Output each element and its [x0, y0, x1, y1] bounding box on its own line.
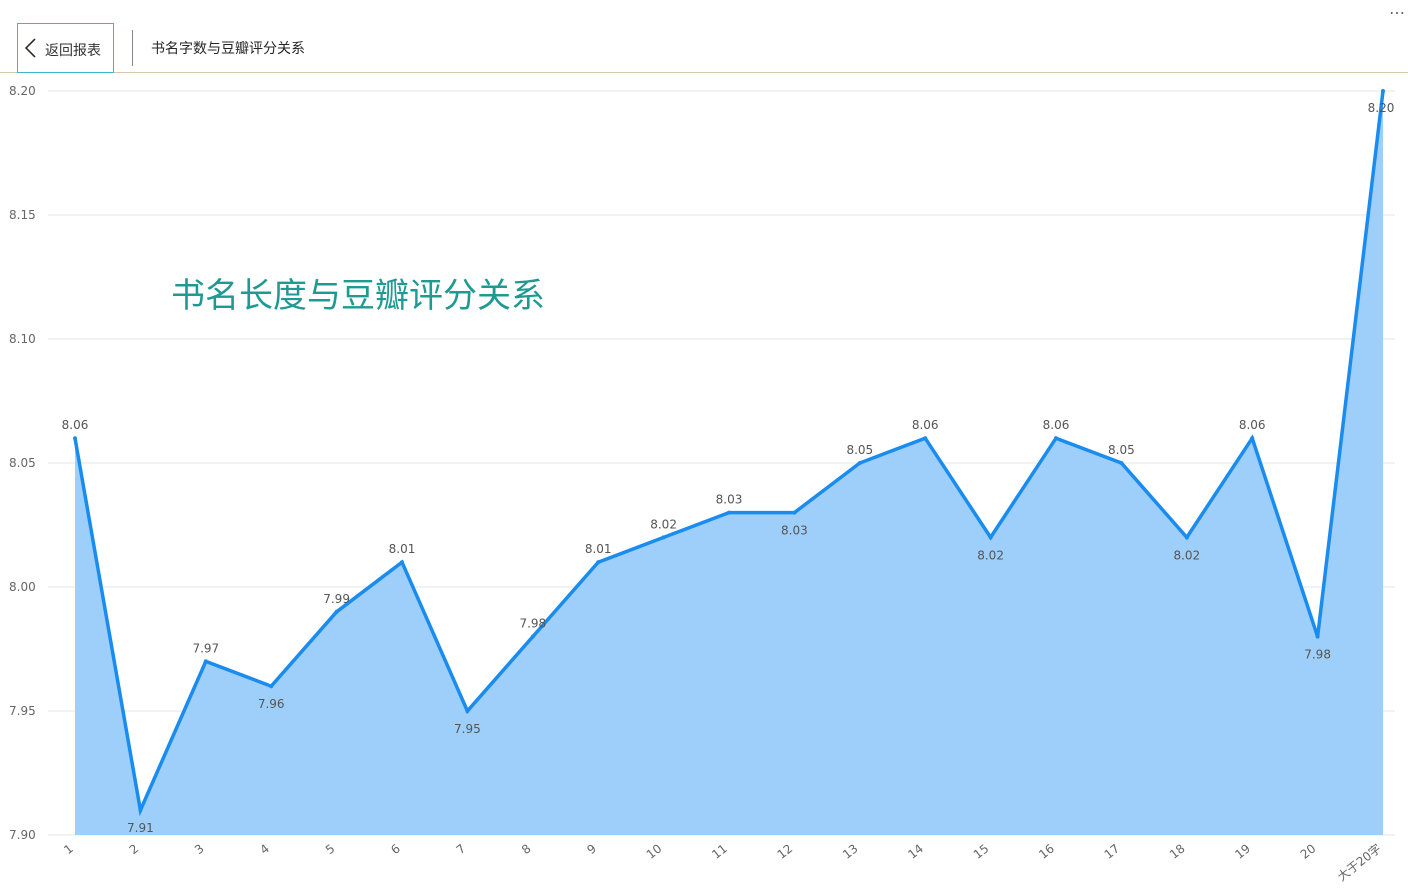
data-label: 8.06 — [912, 418, 939, 432]
x-tick-label: 2 — [127, 841, 142, 857]
data-point — [596, 560, 601, 565]
data-point — [73, 436, 77, 441]
data-point — [465, 709, 470, 713]
y-tick-label: 8.00 — [9, 580, 36, 594]
x-tick-label: 17 — [1102, 841, 1123, 861]
data-label: 8.20 — [1368, 101, 1395, 115]
x-tick-label: 20 — [1298, 841, 1319, 861]
y-tick-label: 8.15 — [9, 208, 36, 222]
data-label: 8.03 — [781, 524, 808, 538]
x-tick-label: 10 — [644, 841, 665, 861]
x-tick-label: 4 — [257, 841, 272, 857]
data-point — [857, 461, 862, 465]
x-tick-label: 11 — [709, 841, 730, 861]
x-tick-label: 8 — [519, 841, 534, 857]
x-tick-label: 12 — [775, 841, 796, 861]
data-point — [1250, 436, 1255, 441]
data-point — [1119, 461, 1124, 465]
x-tick-label: 1 — [61, 841, 76, 857]
data-point — [400, 560, 404, 565]
data-label: 8.02 — [650, 517, 677, 531]
x-tick-label: 5 — [323, 841, 338, 857]
data-label: 7.98 — [519, 617, 546, 631]
area-chart: 7.90 7.95 8.00 8.05 8.10 8.15 8.20 8.06 7.91 7.97… — [9, 84, 1395, 884]
data-label: 8.02 — [1173, 548, 1200, 562]
x-tick-label: 9 — [584, 841, 599, 857]
x-tick-label: 16 — [1036, 841, 1057, 861]
x-tick-label: 14 — [905, 841, 926, 861]
data-point — [530, 634, 535, 639]
data-label: 8.01 — [389, 542, 416, 556]
y-tick-label: 8.20 — [9, 84, 36, 98]
data-label: 7.97 — [192, 641, 219, 655]
data-label: 8.06 — [1239, 418, 1266, 432]
y-tick-label: 7.90 — [9, 828, 36, 842]
x-tick-label: 7 — [454, 841, 469, 857]
data-label: 7.96 — [258, 697, 285, 711]
data-point — [1054, 436, 1058, 441]
data-label: 8.03 — [716, 493, 743, 507]
data-label: 8.06 — [62, 418, 89, 432]
x-tick-label: 3 — [192, 841, 207, 857]
x-tick-label: 6 — [388, 841, 403, 857]
data-point — [727, 510, 731, 515]
x-tick-label: 19 — [1232, 841, 1253, 861]
data-label: 8.01 — [585, 542, 612, 556]
data-point — [269, 684, 274, 689]
data-point — [923, 436, 928, 441]
y-tick-label: 8.10 — [9, 332, 36, 346]
x-tick-label: 大于20字 — [1334, 841, 1384, 884]
data-point — [1184, 535, 1189, 540]
data-label: 8.05 — [846, 443, 873, 457]
data-point — [1315, 634, 1320, 639]
data-label: 7.91 — [127, 821, 154, 835]
data-label: 8.06 — [1043, 418, 1070, 432]
chart-title: 书名长度与豆瓣评分关系 — [171, 276, 545, 316]
x-tick-label: 13 — [840, 841, 861, 861]
data-label: 7.99 — [323, 592, 350, 606]
data-label: 8.02 — [977, 548, 1004, 562]
data-point — [988, 535, 993, 540]
data-point — [661, 535, 666, 540]
data-point — [334, 609, 339, 614]
data-point — [792, 510, 797, 515]
data-label: 7.98 — [1304, 648, 1331, 662]
data-label: 8.05 — [1108, 443, 1135, 457]
data-point — [203, 659, 208, 664]
data-point — [138, 808, 143, 813]
y-tick-label: 7.95 — [9, 704, 36, 718]
x-tick-label: 18 — [1167, 841, 1188, 861]
x-tick-label: 15 — [971, 841, 992, 861]
data-label: 7.95 — [454, 722, 481, 736]
y-tick-label: 8.05 — [9, 456, 36, 470]
data-point — [1381, 89, 1385, 93]
